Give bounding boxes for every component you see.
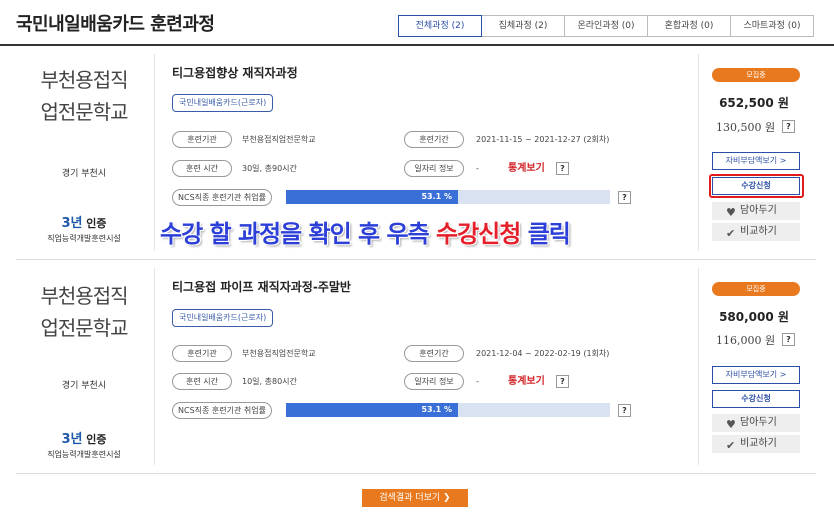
employment-rate-text: 53.1 % bbox=[421, 405, 453, 414]
instruction-text-end: 클릭 bbox=[520, 219, 572, 249]
statistics-link[interactable]: 통계보기 bbox=[508, 160, 545, 177]
self-pay-price: 130,500 원 bbox=[716, 121, 776, 134]
tab-smart[interactable]: 스마트과정 (0) bbox=[730, 15, 814, 37]
institution-value: 부천용접직업전문학교 bbox=[242, 135, 316, 144]
wishlist-label: 담아두기 bbox=[740, 417, 777, 428]
divider bbox=[698, 54, 699, 251]
employment-rate-text: 53.1 % bbox=[421, 192, 453, 201]
period-value: 2021-12-04 ~ 2022-02-19 (1회차) bbox=[476, 349, 610, 358]
heart-icon: ♥ bbox=[726, 206, 736, 219]
cert-sub: 직업능력개발훈련시설 bbox=[47, 450, 121, 459]
compare-button[interactable]: ✔ 비교하기 bbox=[712, 223, 800, 241]
cert-label: 인증 bbox=[86, 217, 107, 230]
help-icon[interactable]: ? bbox=[556, 162, 569, 175]
job-info-value: - bbox=[476, 377, 479, 386]
cert-years: 3년 bbox=[61, 432, 83, 447]
certification-badge: 3년 인증 직업능력개발훈련시설 bbox=[24, 212, 144, 244]
self-pay-price: 116,000 원 bbox=[716, 334, 776, 347]
apply-button[interactable]: 수강신청 bbox=[712, 390, 800, 408]
institution-value: 부천용접직업전문학교 bbox=[242, 349, 316, 358]
divider bbox=[154, 268, 155, 465]
instruction-text: 수강 할 과정을 확인 후 우측 bbox=[159, 219, 437, 249]
school-name[interactable]: 부천용접직 업전문학교 bbox=[24, 280, 144, 344]
divider bbox=[698, 268, 699, 465]
load-more-button[interactable]: 검색결과 더보기 ❯ bbox=[362, 489, 468, 507]
statistics-link[interactable]: 통계보기 bbox=[508, 373, 545, 390]
course-card: 부천용접직 업전문학교 경기 부천시 3년 인증 직업능력개발훈련시설 티그용접… bbox=[16, 260, 816, 474]
help-icon[interactable]: ? bbox=[618, 404, 631, 417]
wishlist-button[interactable]: ♥ 담아두기 bbox=[712, 414, 800, 432]
institution-label: 훈련기관 bbox=[172, 345, 232, 362]
card-type-badge: 국민내일배움카드(근로자) bbox=[172, 309, 274, 327]
divider bbox=[154, 54, 155, 251]
region-label: 경기 부천시 bbox=[61, 381, 107, 391]
course-price: 580,000 원 bbox=[719, 310, 789, 324]
course-price: 652,500 원 bbox=[719, 96, 789, 110]
self-pay-button[interactable]: 자비부담액보기 > bbox=[712, 152, 800, 170]
tab-online[interactable]: 온라인과정 (0) bbox=[564, 15, 648, 37]
employment-rate-bar: 53.1 % bbox=[286, 190, 610, 204]
institution-label: 훈련기관 bbox=[172, 131, 232, 148]
check-icon: ✔ bbox=[726, 227, 736, 240]
help-icon[interactable]: ? bbox=[782, 120, 795, 133]
hours-value: 30일, 총90시간 bbox=[242, 164, 297, 173]
job-info-value: - bbox=[476, 164, 479, 173]
wishlist-label: 담아두기 bbox=[740, 205, 777, 216]
wishlist-button[interactable]: ♥ 담아두기 bbox=[712, 202, 800, 220]
check-icon: ✔ bbox=[726, 439, 736, 452]
course-title[interactable]: 티그용접 파이프 재직자과정-주말반 bbox=[172, 278, 351, 295]
tab-all[interactable]: 전체과정 (2) bbox=[398, 15, 482, 37]
help-icon[interactable]: ? bbox=[556, 375, 569, 388]
period-value: 2021-11-15 ~ 2021-12-27 (2회차) bbox=[476, 135, 610, 144]
course-type-tabs: 전체과정 (2) 집체과정 (2) 온라인과정 (0) 혼합과정 (0) 스마트… bbox=[398, 15, 814, 37]
hours-value: 10일, 총80시간 bbox=[242, 377, 297, 386]
card-type-badge: 국민내일배움카드(근로자) bbox=[172, 94, 274, 112]
hours-label: 훈련 시간 bbox=[172, 160, 232, 177]
tab-classroom[interactable]: 집체과정 (2) bbox=[481, 15, 565, 37]
school-name[interactable]: 부천용접직 업전문학교 bbox=[24, 64, 144, 128]
help-icon[interactable]: ? bbox=[618, 191, 631, 204]
status-badge: 모집중 bbox=[712, 68, 800, 82]
cert-years: 3년 bbox=[61, 216, 83, 231]
school-name-line: 업전문학교 bbox=[40, 100, 129, 124]
help-icon[interactable]: ? bbox=[782, 333, 795, 346]
ncs-rate-label: NCS직종 훈련기관 취업률 bbox=[172, 189, 272, 206]
course-title[interactable]: 티그용접향상 재직자과정 bbox=[172, 64, 298, 81]
compare-label: 비교하기 bbox=[740, 226, 777, 237]
compare-button[interactable]: ✔ 비교하기 bbox=[712, 435, 800, 453]
heart-icon: ♥ bbox=[726, 418, 736, 431]
school-name-line: 부천용접직 bbox=[40, 284, 129, 308]
self-pay-button[interactable]: 자비부담액보기 > bbox=[712, 366, 800, 384]
hours-label: 훈련 시간 bbox=[172, 373, 232, 390]
instruction-overlay: 수강 할 과정을 확인 후 우측 수강신청 클릭 bbox=[159, 214, 680, 254]
status-badge: 모집중 bbox=[712, 282, 800, 296]
school-name-line: 부천용접직 bbox=[40, 68, 129, 92]
period-label: 훈련기간 bbox=[404, 131, 464, 148]
region-label: 경기 부천시 bbox=[61, 169, 107, 179]
cert-title: 3년 인증 bbox=[24, 428, 144, 447]
page-header: 국민내일배움카드 훈련과정 전체과정 (2) 집체과정 (2) 온라인과정 (0… bbox=[0, 0, 834, 46]
apply-highlight-box bbox=[709, 174, 804, 198]
cert-title: 3년 인증 bbox=[24, 212, 144, 231]
job-info-label: 일자리 정보 bbox=[404, 373, 464, 390]
school-name-line: 업전문학교 bbox=[40, 316, 129, 340]
cert-sub: 직업능력개발훈련시설 bbox=[47, 234, 121, 243]
ncs-rate-label: NCS직종 훈련기관 취업률 bbox=[172, 402, 272, 419]
cert-label: 인증 bbox=[86, 433, 107, 446]
compare-label: 비교하기 bbox=[740, 438, 777, 449]
job-info-label: 일자리 정보 bbox=[404, 160, 464, 177]
tab-blended[interactable]: 혼합과정 (0) bbox=[647, 15, 731, 37]
employment-rate-bar: 53.1 % bbox=[286, 403, 610, 417]
period-label: 훈련기간 bbox=[404, 345, 464, 362]
page-title: 국민내일배움카드 훈련과정 bbox=[16, 14, 215, 35]
instruction-highlight: 수강신청 bbox=[435, 219, 522, 249]
certification-badge: 3년 인증 직업능력개발훈련시설 bbox=[24, 428, 144, 460]
